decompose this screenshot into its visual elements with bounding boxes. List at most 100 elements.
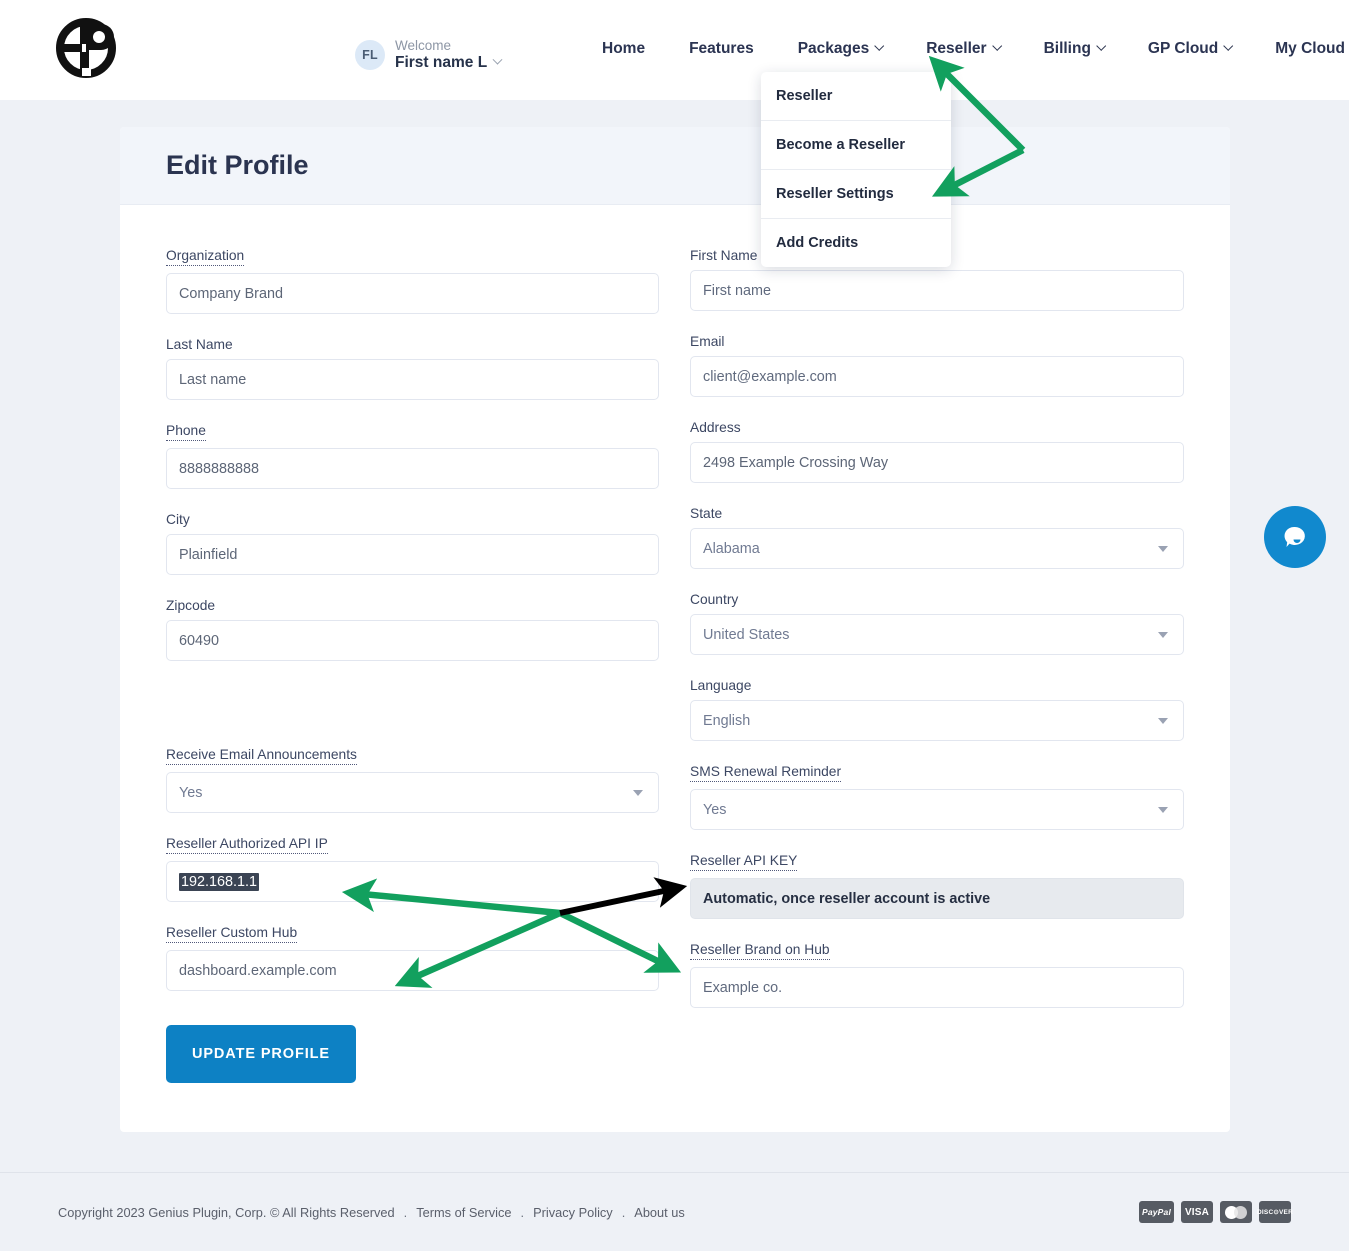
select-state[interactable]: Alabama xyxy=(690,528,1184,569)
nav-item-gp-cloud[interactable]: GP Cloud xyxy=(1126,40,1253,58)
input-address[interactable]: 2498 Example Crossing Way xyxy=(690,442,1184,483)
select-value: Yes xyxy=(179,784,203,801)
footer-separator: . xyxy=(621,1204,626,1220)
edit-profile-form: Organization Company Brand Last Name Las… xyxy=(120,205,1230,1083)
field-last-name: Last Name Last name xyxy=(166,336,659,400)
top-navigation-bar: FL Welcome First name L Home Features Pa… xyxy=(0,0,1349,100)
input-first-name[interactable]: First name xyxy=(690,270,1184,311)
label-reseller-brand-on-hub: Reseller Brand on Hub xyxy=(690,942,830,960)
label-first-name: First Name xyxy=(690,248,758,263)
select-value: Alabama xyxy=(703,540,760,557)
chevron-down-icon xyxy=(1158,717,1168,724)
chevron-down-icon xyxy=(1158,631,1168,638)
menu-item-become-a-reseller[interactable]: Become a Reseller xyxy=(761,121,951,170)
label-zipcode: Zipcode xyxy=(166,598,216,613)
label-phone: Phone xyxy=(166,423,206,441)
select-receive-email-announcements[interactable]: Yes xyxy=(166,772,659,813)
welcome-label: Welcome xyxy=(395,38,452,53)
chevron-down-icon[interactable] xyxy=(492,54,503,65)
label-country: Country xyxy=(690,592,739,607)
chevron-down-icon xyxy=(1158,545,1168,552)
select-sms-renewal-reminder[interactable]: Yes xyxy=(690,789,1184,830)
nav-label: Packages xyxy=(797,40,870,57)
user-name: First name L xyxy=(395,54,503,72)
nav-item-billing[interactable]: Billing xyxy=(1022,40,1126,58)
reseller-dropdown-menu: Reseller Become a Reseller Reseller Sett… xyxy=(761,72,951,267)
form-column-left: Organization Company Brand Last Name Las… xyxy=(166,247,659,1083)
input-email[interactable]: client@example.com xyxy=(690,356,1184,397)
user-welcome-block[interactable]: FL Welcome First name L xyxy=(355,38,503,72)
nav-label: Features xyxy=(689,40,754,57)
input-zipcode[interactable]: 60490 xyxy=(166,620,659,661)
select-language[interactable]: English xyxy=(690,700,1184,741)
footer-separator: . xyxy=(520,1204,525,1220)
main-nav: Home Features Packages Reseller Billing … xyxy=(580,40,1349,58)
avatar: FL xyxy=(355,39,385,70)
nav-label: Billing xyxy=(1043,40,1091,57)
input-last-name[interactable]: Last name xyxy=(166,359,659,400)
chevron-down-icon xyxy=(874,40,885,51)
select-value: English xyxy=(703,712,751,729)
update-profile-button[interactable]: UPDATE PROFILE xyxy=(166,1025,356,1083)
field-phone: Phone 8888888888 xyxy=(166,422,659,489)
nav-label: My Cloud xyxy=(1275,40,1345,57)
select-value: United States xyxy=(703,626,790,643)
chevron-down-icon xyxy=(1096,40,1107,51)
footer-link-privacy-policy[interactable]: Privacy Policy xyxy=(533,1205,613,1220)
select-value: Yes xyxy=(703,801,727,818)
footer-link-about-us[interactable]: About us xyxy=(634,1205,685,1220)
label-language: Language xyxy=(690,678,752,693)
field-sms-renewal-reminder: SMS Renewal Reminder Yes xyxy=(690,763,1184,830)
footer-left: Copyright 2023 Genius Plugin, Corp. © Al… xyxy=(58,1205,685,1220)
left-column-spacer xyxy=(166,683,659,746)
input-reseller-brand-on-hub[interactable]: Example co. xyxy=(690,967,1184,1008)
input-city[interactable]: Plainfield xyxy=(166,534,659,575)
chevron-down-icon xyxy=(1158,806,1168,813)
nav-label: Reseller xyxy=(926,40,987,57)
menu-item-reseller-settings[interactable]: Reseller Settings xyxy=(761,170,951,219)
nav-item-features[interactable]: Features xyxy=(667,40,776,58)
nav-item-reseller[interactable]: Reseller xyxy=(904,40,1021,58)
chevron-down-icon xyxy=(1223,40,1234,51)
label-reseller-custom-hub: Reseller Custom Hub xyxy=(166,925,298,943)
field-organization: Organization Company Brand xyxy=(166,247,659,314)
input-organization[interactable]: Company Brand xyxy=(166,273,659,314)
page-title: Edit Profile xyxy=(166,150,309,180)
mastercard-icon xyxy=(1220,1201,1252,1223)
label-receive-email-announcements: Receive Email Announcements xyxy=(166,747,357,765)
nav-item-home[interactable]: Home xyxy=(580,40,667,58)
field-reseller-api-key: Reseller API KEY Automatic, once reselle… xyxy=(690,852,1184,919)
label-address: Address xyxy=(690,420,741,435)
field-language: Language English xyxy=(690,677,1184,741)
input-reseller-custom-hub[interactable]: dashboard.example.com xyxy=(166,950,659,991)
menu-item-reseller[interactable]: Reseller xyxy=(761,72,951,121)
value-reseller-api-key: Automatic, once reseller account is acti… xyxy=(690,878,1184,919)
footer-link-terms-of-service[interactable]: Terms of Service xyxy=(416,1205,511,1220)
field-reseller-authorized-api-ip: Reseller Authorized API IP 192.168.1.1 xyxy=(166,835,659,902)
gp-logo-icon[interactable] xyxy=(52,12,124,84)
field-state: State Alabama xyxy=(690,505,1184,569)
label-state: State xyxy=(690,506,723,521)
card-header: Edit Profile xyxy=(120,127,1230,205)
label-last-name: Last Name xyxy=(166,337,233,352)
field-city: City Plainfield xyxy=(166,511,659,575)
input-phone[interactable]: 8888888888 xyxy=(166,448,659,489)
select-country[interactable]: United States xyxy=(690,614,1184,655)
chat-bubble-icon xyxy=(1284,526,1305,547)
label-sms-renewal-reminder: SMS Renewal Reminder xyxy=(690,764,842,782)
field-zipcode: Zipcode 60490 xyxy=(166,597,659,661)
chat-widget-button[interactable] xyxy=(1264,506,1326,568)
nav-item-packages[interactable]: Packages xyxy=(776,40,905,58)
input-reseller-authorized-api-ip[interactable]: 192.168.1.1 xyxy=(166,861,659,902)
field-receive-email-announcements: Receive Email Announcements Yes xyxy=(166,746,659,813)
field-address: Address 2498 Example Crossing Way xyxy=(690,419,1184,483)
menu-item-add-credits[interactable]: Add Credits xyxy=(761,219,951,267)
label-email: Email xyxy=(690,334,725,349)
chevron-down-icon xyxy=(633,789,643,796)
nav-item-my-cloud[interactable]: My Cloud xyxy=(1253,40,1349,58)
input-value-selected: 192.168.1.1 xyxy=(179,872,260,891)
label-reseller-api-key: Reseller API KEY xyxy=(690,853,798,871)
nav-label: Home xyxy=(602,40,646,57)
form-column-right: First Name First name Email client@examp… xyxy=(690,247,1184,1083)
label-organization: Organization xyxy=(166,248,245,266)
